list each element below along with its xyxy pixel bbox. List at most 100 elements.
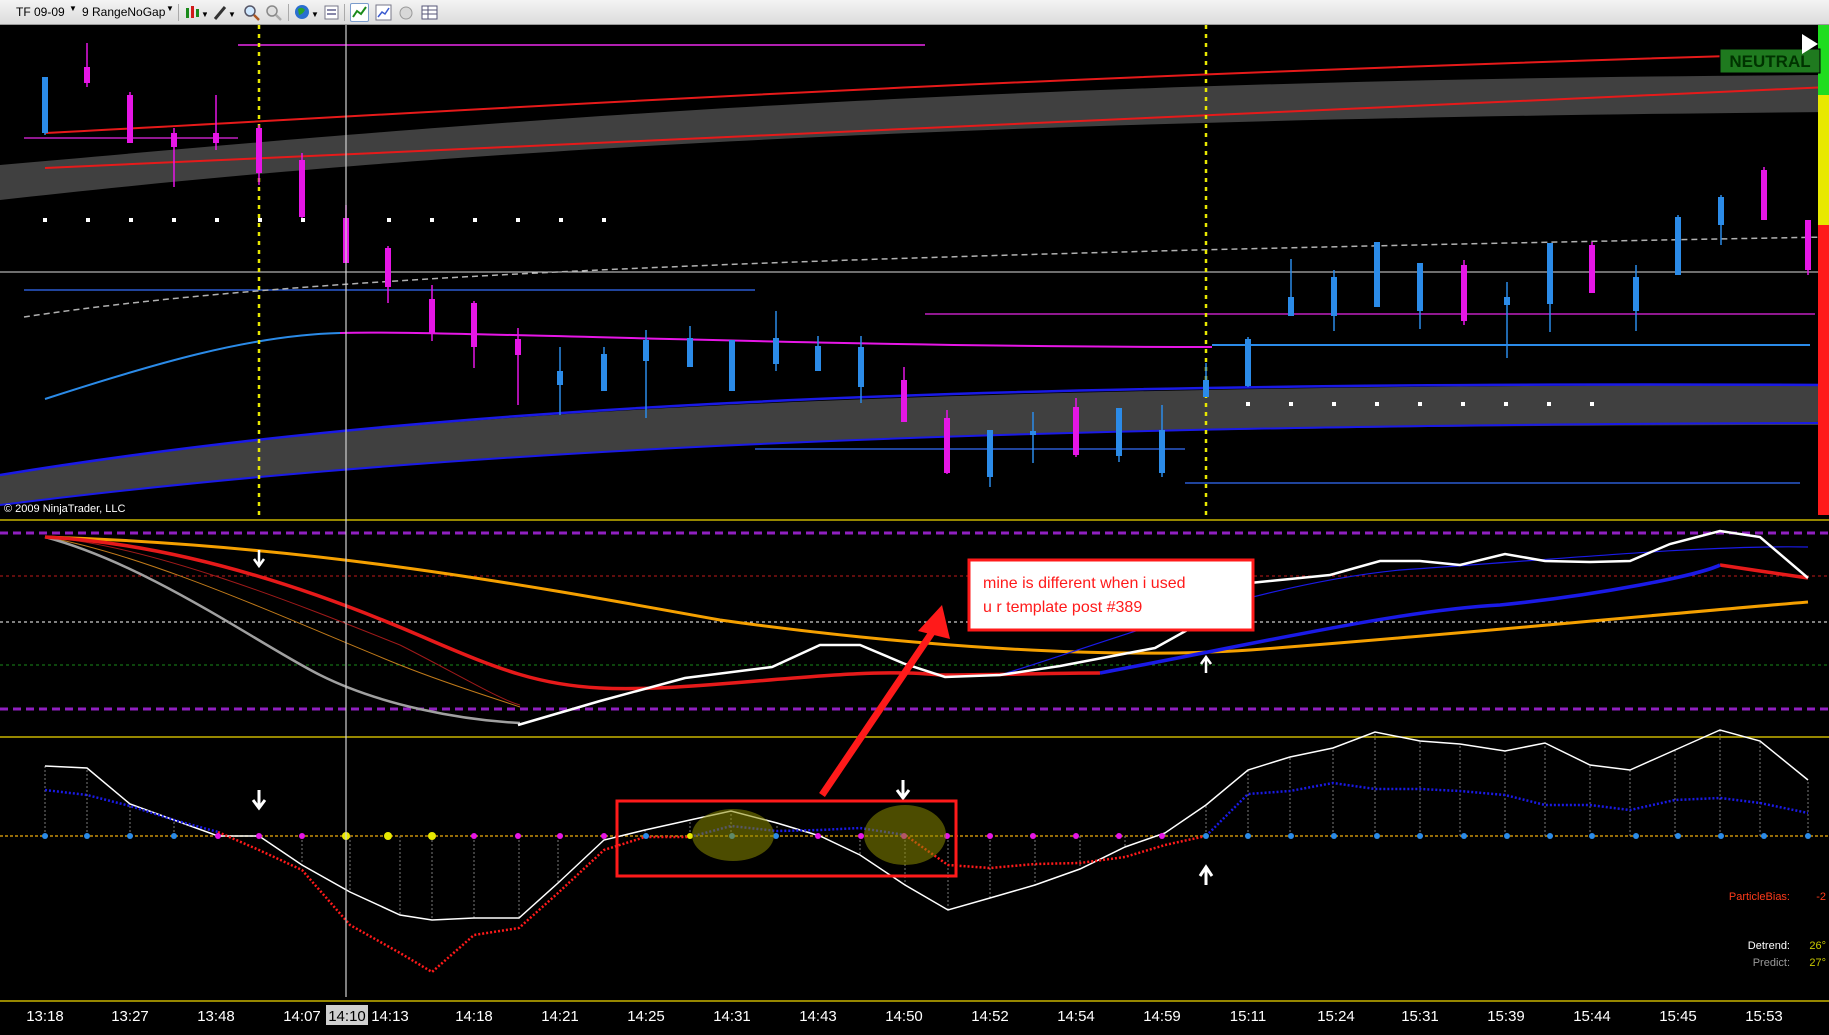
bull-candle — [858, 336, 864, 403]
bull-candle — [773, 311, 779, 371]
particle-dot — [127, 833, 133, 839]
pivot-dot — [1547, 402, 1551, 406]
pivot-dot — [1289, 402, 1293, 406]
price-chart[interactable]: NEUTRAL © 2009 NinjaTrader, LLC Particle… — [0, 25, 1829, 1035]
bear-candle — [299, 153, 305, 218]
pivot-dot — [1504, 402, 1508, 406]
particle-dot — [1675, 833, 1681, 839]
particle-dot — [1288, 833, 1294, 839]
circle-icon[interactable] — [397, 3, 416, 22]
period-selector[interactable]: 9 RangeNoGap — [82, 3, 165, 22]
pivot-dot — [387, 218, 391, 222]
cursor-time-label: 14:10 — [328, 1008, 366, 1025]
particle-blue-line-3 — [1205, 781, 1809, 837]
pivot-dot — [559, 218, 563, 222]
bias-color-strip-red — [1818, 225, 1829, 515]
particle-dot — [1504, 833, 1510, 839]
time-axis-label: 13:18 — [26, 1008, 64, 1025]
data-box-icon[interactable] — [420, 3, 439, 22]
particle-red-line — [217, 830, 690, 974]
bear-candle — [213, 95, 219, 150]
pivot-dot — [1332, 402, 1336, 406]
toolbar-separator — [288, 4, 289, 21]
pivot-dot — [1375, 402, 1379, 406]
bull-candle — [1675, 215, 1681, 275]
particle-dot — [42, 833, 48, 839]
particle-dot — [471, 833, 477, 839]
pivot-dot — [516, 218, 520, 222]
instrument-dropdown-icon[interactable]: ▼ — [69, 4, 77, 13]
bull-candle — [1331, 270, 1337, 331]
pivot-dots-upper — [43, 218, 606, 222]
particle-dot — [1718, 833, 1724, 839]
toolbar-separator — [344, 4, 345, 21]
zoom-out-icon[interactable] — [264, 3, 283, 22]
time-axis-label: 15:45 — [1659, 1008, 1697, 1025]
annotation-arrow-shaft — [819, 629, 936, 797]
bull-candle — [1374, 242, 1380, 307]
particle-panel: ParticleBias: -2 Detrend: 26° Predict: 27° — [0, 729, 1829, 974]
bear-candle — [1589, 242, 1595, 293]
pivot-dot — [301, 218, 305, 222]
bear-candle — [944, 410, 950, 474]
particle-dot — [1805, 833, 1811, 839]
draw-pencil-icon[interactable]: ▼ — [212, 3, 236, 22]
annotation-arrow-head — [918, 605, 950, 639]
oscillator-panel — [0, 529, 1829, 738]
time-axis-label: 15:31 — [1401, 1008, 1439, 1025]
readout-value: 26° — [1809, 940, 1826, 952]
time-axis-labels: 13:18 13:27 13:48 14:07 14:13 14:18 14:21 14:25… — [26, 1008, 1783, 1025]
up-arrow-icon — [1198, 864, 1214, 885]
chart-toolbar: TF 09-09 ▼ 9 RangeNoGap ▼ ▼ ▼ ▼ — [0, 0, 1829, 25]
particle-dot — [1116, 833, 1122, 839]
particle-dot — [858, 833, 864, 839]
instrument-selector[interactable]: TF 09-09 — [16, 3, 65, 22]
particle-dot — [1073, 833, 1079, 839]
osc-grey-line — [44, 535, 521, 725]
annotation-note-line-1: mine is different when i used — [983, 575, 1185, 592]
price-panel: NEUTRAL © 2009 NinjaTrader, LLC — [0, 25, 1829, 521]
globe-icon[interactable]: ▼ — [293, 3, 319, 22]
moving-average-grey — [23, 236, 1829, 318]
annotation-note-line-2: u r template post #389 — [983, 599, 1142, 616]
readout-value: -2 — [1816, 891, 1826, 903]
bull-candle — [643, 330, 649, 418]
properties-icon[interactable] — [322, 3, 341, 22]
pivot-dot — [1590, 402, 1594, 406]
bear-candle — [429, 285, 435, 341]
bull-candle — [1417, 263, 1423, 329]
bull-candle — [1547, 243, 1553, 332]
pivot-dot — [129, 218, 133, 222]
pivot-dot — [172, 218, 176, 222]
period-dropdown-icon[interactable]: ▼ — [166, 4, 174, 13]
svg-text:▼: ▼ — [311, 10, 319, 19]
copyright-text: © 2009 NinjaTrader, LLC — [4, 503, 125, 515]
particle-dot — [1589, 833, 1595, 839]
particle-dot — [1761, 833, 1767, 839]
time-axis-label: 14:25 — [627, 1008, 665, 1025]
time-axis-label: 13:48 — [197, 1008, 235, 1025]
indicator-readouts: ParticleBias: -2 Detrend: 26° Predict: 27° — [1729, 891, 1826, 969]
bull-candle — [1288, 259, 1294, 316]
bull-candle — [1116, 408, 1122, 462]
time-axis-label: 14:43 — [799, 1008, 837, 1025]
indicator-icon[interactable] — [350, 3, 369, 22]
bull-candle — [601, 347, 607, 391]
readout-label: ParticleBias: — [1729, 891, 1790, 903]
bar-style-icon[interactable]: ▼ — [183, 3, 209, 22]
strategy-icon[interactable] — [374, 3, 393, 22]
particle-dot — [987, 833, 993, 839]
time-axis-label: 14:21 — [541, 1008, 579, 1025]
time-axis-label: 13:27 — [111, 1008, 149, 1025]
particle-dot — [428, 832, 436, 840]
particle-dot — [515, 833, 521, 839]
zoom-in-icon[interactable] — [242, 3, 261, 22]
particle-dot — [601, 833, 607, 839]
time-axis-label: 15:53 — [1745, 1008, 1783, 1025]
particle-dot — [643, 833, 649, 839]
pivot-dot — [1461, 402, 1465, 406]
pivot-dot — [1418, 402, 1422, 406]
particle-dot — [1245, 833, 1251, 839]
time-axis-label: 15:11 — [1230, 1008, 1266, 1025]
bull-candle — [1504, 282, 1510, 358]
